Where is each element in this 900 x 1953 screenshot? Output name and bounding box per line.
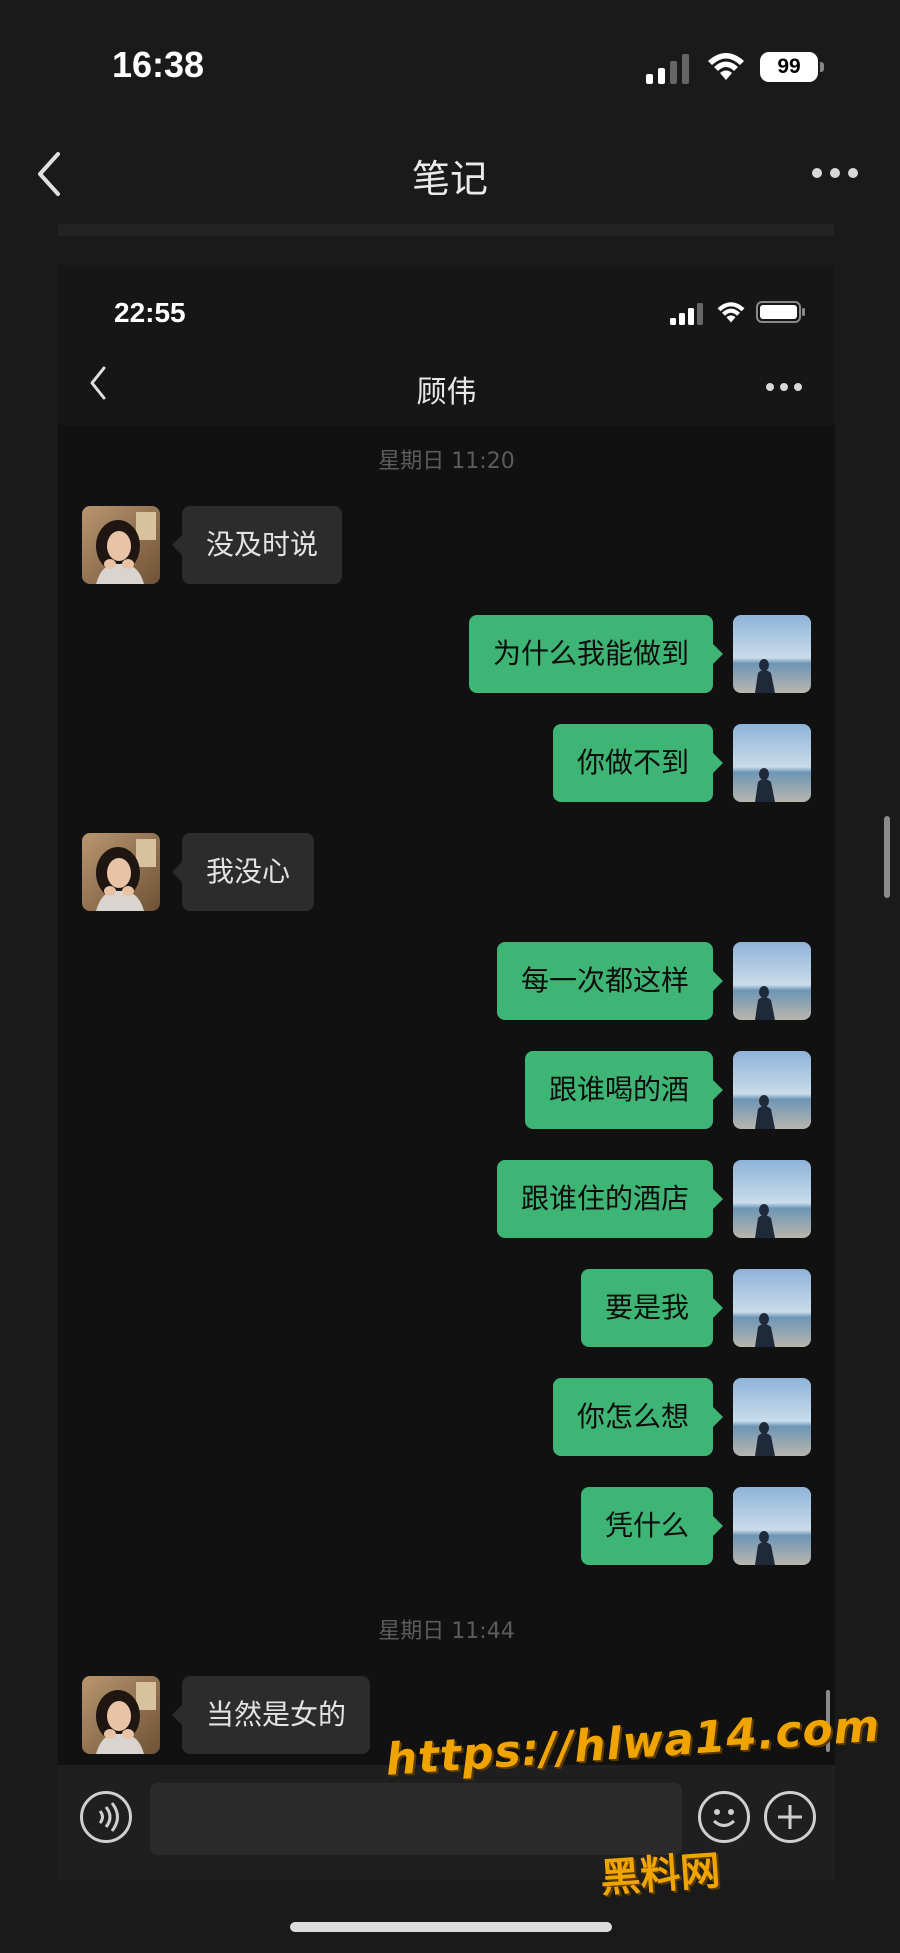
message-bubble-outgoing[interactable]: 每一次都这样 xyxy=(496,942,724,1020)
message-row: 凭什么 xyxy=(58,1487,835,1565)
self-avatar[interactable] xyxy=(733,724,811,802)
chat-header: 顾伟 xyxy=(58,345,835,425)
inner-status-bar: 22:55 xyxy=(58,265,835,345)
battery-icon xyxy=(756,301,805,323)
self-avatar[interactable] xyxy=(733,1160,811,1238)
contact-avatar[interactable] xyxy=(82,506,160,584)
message-row: 要是我 xyxy=(58,1269,835,1347)
message-row: 你做不到 xyxy=(58,724,835,802)
chat-contact-name: 顾伟 xyxy=(416,375,477,410)
message-bubble-outgoing[interactable]: 跟谁喝的酒 xyxy=(524,1051,724,1129)
scrollbar[interactable] xyxy=(884,816,890,898)
message-row: 我没心 xyxy=(58,833,835,911)
message-bubble-incoming[interactable]: 没及时说 xyxy=(171,506,343,584)
self-avatar[interactable] xyxy=(733,1269,811,1347)
message-row: 跟谁喝的酒 xyxy=(58,1051,835,1129)
message-bubble-incoming[interactable]: 我没心 xyxy=(171,833,315,911)
battery-level: 99 xyxy=(760,52,818,82)
self-avatar[interactable] xyxy=(733,615,811,693)
contact-avatar[interactable] xyxy=(82,833,160,911)
note-screenshot: 22:55 顾伟 星期日 11:20 没及时说 为什么我能做到 你做不到 我没心… xyxy=(58,265,835,1765)
message-row: 没及时说 xyxy=(58,506,835,584)
plus-icon[interactable] xyxy=(764,1791,816,1843)
battery-icon: 99 xyxy=(760,52,824,82)
message-row: 为什么我能做到 xyxy=(58,615,835,693)
watermark-name: 黑料网 xyxy=(598,1847,722,1903)
message-input[interactable] xyxy=(150,1783,682,1855)
home-indicator[interactable] xyxy=(290,1922,612,1932)
timestamp: 星期日 11:20 xyxy=(378,449,515,474)
signal-icon xyxy=(670,303,703,325)
message-bubble-outgoing[interactable]: 你怎么想 xyxy=(552,1378,724,1456)
message-bubble-outgoing[interactable]: 你做不到 xyxy=(552,724,724,802)
wifi-icon xyxy=(708,53,744,80)
self-avatar[interactable] xyxy=(733,942,811,1020)
message-row: 你怎么想 xyxy=(58,1378,835,1456)
outer-status-time: 16:38 xyxy=(112,44,205,85)
message-row: 每一次都这样 xyxy=(58,942,835,1020)
emoji-icon[interactable] xyxy=(698,1791,750,1843)
timestamp: 星期日 11:44 xyxy=(378,1619,515,1644)
more-dots-icon[interactable] xyxy=(812,168,858,180)
page-title: 笔记 xyxy=(411,157,488,201)
signal-icon xyxy=(646,54,689,84)
message-bubble-outgoing[interactable]: 凭什么 xyxy=(580,1487,724,1565)
self-avatar[interactable] xyxy=(733,1051,811,1129)
message-bubble-outgoing[interactable]: 跟谁住的酒店 xyxy=(496,1160,724,1238)
divider xyxy=(58,224,834,236)
outer-nav-bar: 笔记 xyxy=(0,130,900,220)
voice-icon[interactable] xyxy=(80,1791,132,1843)
message-row: 跟谁住的酒店 xyxy=(58,1160,835,1238)
message-bubble-outgoing[interactable]: 为什么我能做到 xyxy=(468,615,724,693)
contact-avatar[interactable] xyxy=(82,1676,160,1754)
outer-status-bar: 16:38 99 xyxy=(0,0,900,130)
more-dots-icon[interactable] xyxy=(766,383,802,393)
wifi-icon xyxy=(717,302,745,323)
self-avatar[interactable] xyxy=(733,1378,811,1456)
inner-status-time: 22:55 xyxy=(114,297,186,328)
self-avatar[interactable] xyxy=(733,1487,811,1565)
message-bubble-incoming[interactable]: 当然是女的 xyxy=(171,1676,371,1754)
message-bubble-outgoing[interactable]: 要是我 xyxy=(580,1269,724,1347)
